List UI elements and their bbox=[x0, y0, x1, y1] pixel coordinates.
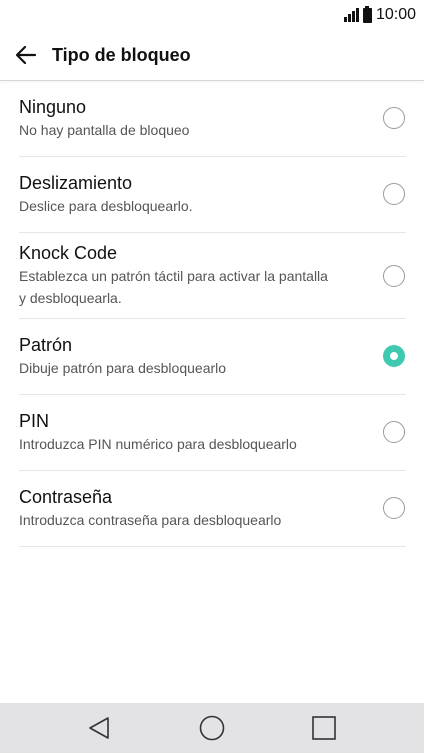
arrow-left-icon bbox=[15, 45, 37, 65]
option-title: Knock Code bbox=[19, 243, 118, 263]
option-subtitle: Deslice para desbloquearlo. bbox=[19, 198, 193, 214]
lock-option-patron[interactable]: Patrón Dibuje patrón para desbloquearlo bbox=[19, 319, 406, 395]
recents-square-icon bbox=[312, 716, 336, 740]
status-icons: 10:00 bbox=[343, 5, 416, 25]
lock-option-deslizamiento[interactable]: Deslizamiento Deslice para desbloquearlo… bbox=[19, 157, 406, 233]
lock-option-contrasena[interactable]: Contraseña Introduzca contraseña para de… bbox=[19, 471, 406, 547]
lock-option-knock-code[interactable]: Knock Code Establezca un patrón táctil p… bbox=[19, 233, 406, 319]
status-bar: 10:00 bbox=[0, 0, 424, 30]
status-time: 10:00 bbox=[375, 6, 416, 23]
battery-icon bbox=[362, 5, 372, 23]
radio-button-patron-selected[interactable] bbox=[383, 345, 405, 367]
lock-option-ninguno[interactable]: Ninguno No hay pantalla de bloqueo bbox=[19, 81, 406, 157]
home-circle-icon bbox=[199, 715, 225, 741]
option-subtitle: No hay pantalla de bloqueo bbox=[19, 122, 190, 138]
option-subtitle: Introduzca PIN numérico para desbloquear… bbox=[19, 436, 297, 452]
option-title: Patrón bbox=[19, 335, 73, 355]
option-title: Contraseña bbox=[19, 487, 113, 507]
option-title: PIN bbox=[19, 411, 50, 431]
option-title: Deslizamiento bbox=[19, 173, 133, 193]
radio-button-ninguno[interactable] bbox=[383, 107, 405, 129]
nav-home-button[interactable] bbox=[198, 714, 226, 742]
option-subtitle: Introduzca contraseña para desbloquearlo bbox=[19, 512, 282, 528]
lock-option-pin[interactable]: PIN Introduzca PIN numérico para desbloq… bbox=[19, 395, 406, 471]
radio-button-pin[interactable] bbox=[383, 421, 405, 443]
lock-type-list: Ninguno No hay pantalla de bloqueo Desli… bbox=[19, 81, 406, 547]
page-title: Tipo de bloqueo bbox=[52, 44, 191, 65]
radio-button-contrasena[interactable] bbox=[383, 497, 405, 519]
signal-icon bbox=[343, 8, 359, 22]
back-triangle-icon bbox=[89, 717, 109, 739]
app-bar: Tipo de bloqueo bbox=[0, 30, 424, 81]
option-title: Ninguno bbox=[19, 97, 87, 117]
navigation-bar bbox=[0, 703, 424, 753]
nav-recents-button[interactable] bbox=[310, 714, 338, 742]
option-subtitle: Dibuje patrón para desbloquearlo bbox=[19, 360, 227, 376]
radio-button-knock-code[interactable] bbox=[383, 265, 405, 287]
nav-back-button[interactable] bbox=[86, 714, 114, 742]
option-subtitle: Establezca un patrón táctil para activar… bbox=[19, 268, 328, 306]
radio-button-deslizamiento[interactable] bbox=[383, 183, 405, 205]
back-button[interactable] bbox=[12, 41, 40, 69]
